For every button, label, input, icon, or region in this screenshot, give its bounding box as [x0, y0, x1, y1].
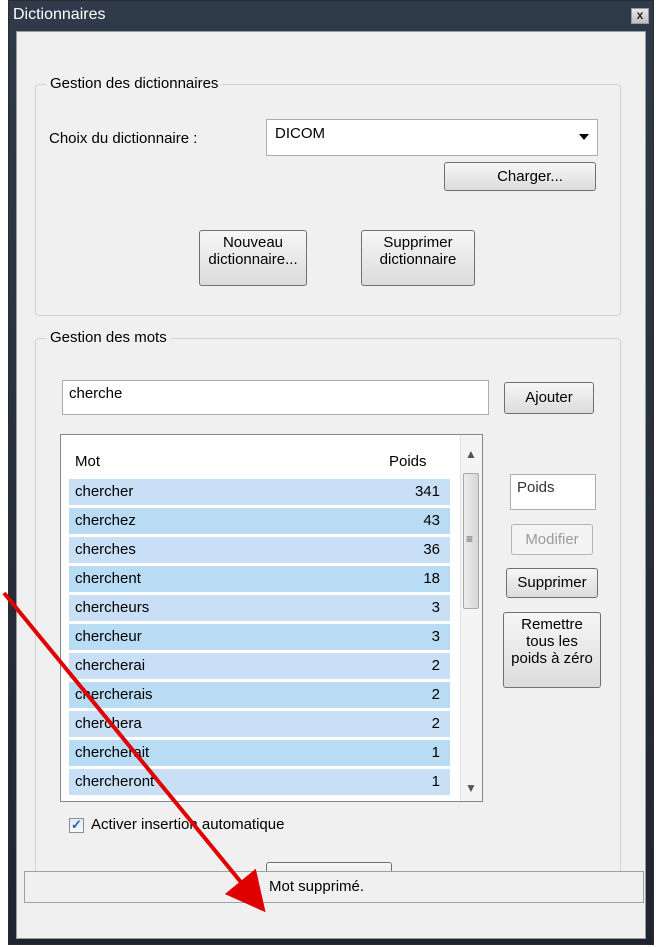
- list-item[interactable]: chercherais 2: [69, 682, 450, 708]
- list-item-weight: 18: [423, 570, 440, 587]
- list-item-word: chercherait: [75, 744, 150, 761]
- list-item[interactable]: chercher 341: [69, 479, 450, 505]
- load-button[interactable]: Charger...: [444, 162, 596, 191]
- close-button[interactable]: x: [631, 8, 649, 24]
- list-item-word: chercherais: [75, 686, 153, 703]
- dictionary-choice-label: Choix du dictionnaire :: [49, 130, 198, 147]
- list-item-weight: 3: [431, 599, 440, 616]
- word-list[interactable]: Mot Poids chercher 341 cherchez 43 cherches 3…: [60, 434, 483, 802]
- list-item-weight: 2: [431, 686, 440, 703]
- list-item[interactable]: chercherai 2: [69, 653, 450, 679]
- list-scrollbar[interactable]: ▲ ≡ ▼: [460, 435, 482, 801]
- weight-input[interactable]: Poids: [510, 474, 596, 510]
- column-header-word[interactable]: Mot: [75, 453, 100, 470]
- dialog-window: Dictionnaires x Gestion des dictionnaire…: [8, 0, 654, 945]
- chevron-down-icon: [579, 134, 589, 140]
- list-item-word: cherchent: [75, 570, 141, 587]
- scroll-up-icon[interactable]: ▲: [465, 447, 477, 461]
- modify-button[interactable]: Modifier: [511, 524, 593, 555]
- list-item-word: chercheurs: [75, 599, 150, 616]
- list-item-weight: 2: [431, 715, 440, 732]
- list-item-word: chercherai: [75, 657, 146, 674]
- list-header: Mot Poids: [61, 435, 461, 477]
- list-item-weight: 341: [414, 483, 440, 500]
- dialog-client: Gestion des dictionnaires Choix du dicti…: [16, 31, 646, 939]
- weight-input-placeholder: Poids: [517, 479, 555, 496]
- list-item[interactable]: cherchez 43: [69, 508, 450, 534]
- list-item-word: cherchez: [75, 512, 136, 529]
- list-item[interactable]: chercherait 1: [69, 740, 450, 766]
- dictionary-select[interactable]: DICOM: [266, 119, 598, 156]
- list-item-word: chercher: [75, 483, 134, 500]
- delete-dictionary-button[interactable]: Supprimer dictionnaire: [361, 230, 475, 286]
- delete-word-button[interactable]: Supprimer: [506, 568, 598, 598]
- list-item-weight: 1: [431, 744, 440, 761]
- word-input[interactable]: cherche: [62, 380, 489, 415]
- list-item-word: cherches: [75, 541, 136, 558]
- list-item-word: cherchera: [75, 715, 142, 732]
- list-item[interactable]: chercheront 1: [69, 769, 450, 795]
- list-item-weight: 3: [431, 628, 440, 645]
- list-item[interactable]: cherchent 18: [69, 566, 450, 592]
- new-dictionary-button[interactable]: Nouveau dictionnaire...: [199, 230, 307, 286]
- word-input-value: cherche: [69, 385, 123, 402]
- auto-insert-checkbox[interactable]: ✓: [69, 818, 84, 833]
- words-group-legend: Gestion des mots: [46, 329, 171, 346]
- list-item-word: chercheront: [75, 773, 155, 790]
- list-item-word: chercheur: [75, 628, 142, 645]
- list-item-weight: 2: [431, 657, 440, 674]
- list-item[interactable]: chercheurs 3: [69, 595, 450, 621]
- scroll-grip-icon: ≡: [466, 532, 474, 546]
- title-bar[interactable]: Dictionnaires x: [9, 1, 653, 31]
- list-item[interactable]: cherchera 2: [69, 711, 450, 737]
- column-header-weight[interactable]: Poids: [389, 453, 427, 470]
- list-item[interactable]: chercheur 3: [69, 624, 450, 650]
- dictionary-group-legend: Gestion des dictionnaires: [46, 75, 223, 92]
- list-item-weight: 43: [423, 512, 440, 529]
- list-item[interactable]: cherches 36: [69, 537, 450, 563]
- status-bar: Mot supprimé.: [24, 871, 644, 903]
- add-word-button[interactable]: Ajouter: [504, 382, 594, 414]
- window-title: Dictionnaires: [13, 6, 106, 23]
- reset-weights-button[interactable]: Remettre tous les poids à zéro: [503, 612, 601, 688]
- dictionary-selected-value: DICOM: [275, 125, 325, 142]
- list-item-weight: 36: [423, 541, 440, 558]
- scroll-thumb[interactable]: ≡: [463, 473, 479, 609]
- status-text: Mot supprimé.: [269, 878, 365, 895]
- scroll-down-icon[interactable]: ▼: [465, 781, 477, 795]
- auto-insert-label: Activer insertion automatique: [91, 816, 285, 833]
- list-item-weight: 1: [431, 773, 440, 790]
